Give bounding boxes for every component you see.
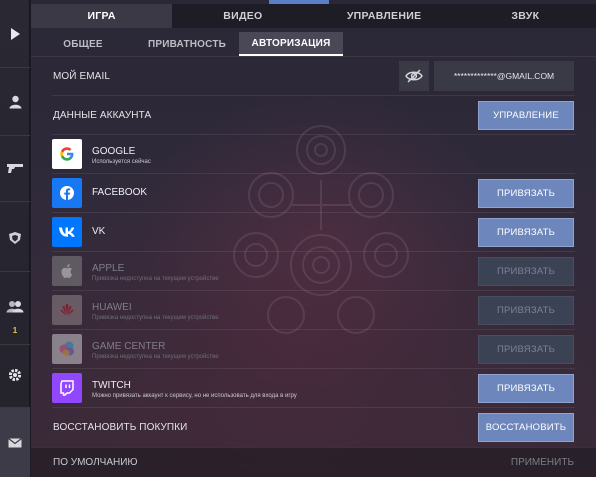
provider-name: HUAWEI — [92, 302, 132, 313]
provider-status: Можно привязать аккаунт к сервису, но не… — [92, 393, 297, 399]
provider-row-twitch: TWITCH Можно привязать аккаунт к сервису… — [52, 369, 575, 408]
email-row: МОЙ EMAIL *************@GMAIL.COM — [52, 57, 575, 96]
restore-label: ВОССТАНОВИТЬ ПОКУПКИ — [53, 422, 188, 433]
profile-icon[interactable] — [0, 82, 30, 122]
clan-icon[interactable] — [0, 218, 30, 258]
provider-status: Используется сейчас — [92, 159, 151, 165]
provider-name: FACEBOOK — [92, 187, 148, 198]
sidebar-divider — [0, 201, 30, 202]
provider-row-google: GOOGLE Используется сейчас — [52, 135, 575, 174]
sub-tabs: ОБЩЕЕ ПРИВАТНОСТЬ АВТОРИЗАЦИЯ — [31, 32, 343, 56]
vk-icon — [52, 217, 82, 247]
settings-panel: ИГРА ВИДЕО УПРАВЛЕНИЕ ЗВУК ОБЩЕЕ ПРИВАТН… — [31, 0, 596, 477]
link-twitch-button[interactable]: ПРИВЯЗАТЬ — [478, 374, 574, 403]
provider-name: APPLE — [92, 263, 125, 274]
subtab-privacy[interactable]: ПРИВАТНОСТЬ — [135, 32, 239, 56]
link-huawei-button: ПРИВЯЗАТЬ — [478, 296, 574, 325]
tab-controls[interactable]: УПРАВЛЕНИЕ — [314, 4, 455, 28]
friends-icon[interactable] — [0, 286, 30, 326]
sidebar-divider — [0, 344, 30, 345]
email-label: МОЙ EMAIL — [53, 71, 110, 82]
restore-row: ВОССТАНОВИТЬ ПОКУПКИ ВОССТАНОВИТЬ — [52, 408, 575, 447]
apply-button[interactable]: ПРИМЕНИТЬ — [511, 457, 574, 468]
reset-defaults-button[interactable]: ПО УМОЛЧАНИЮ — [53, 457, 138, 468]
provider-status: Привязка недоступна на текущем устройств… — [92, 315, 219, 321]
provider-row-vk: VK ПРИВЯЗАТЬ — [52, 213, 575, 252]
provider-status: Привязка недоступна на текущем устройств… — [92, 354, 219, 360]
hide-email-icon[interactable] — [399, 61, 429, 91]
restore-purchases-button[interactable]: ВОССТАНОВИТЬ — [478, 413, 574, 442]
account-row: ДАННЫЕ АККАУНТА УПРАВЛЕНИЕ — [52, 96, 575, 135]
facebook-icon — [52, 178, 82, 208]
sidebar: 1 — [0, 0, 30, 477]
subtab-authorization[interactable]: АВТОРИЗАЦИЯ — [239, 32, 343, 56]
top-tabs: ИГРА ВИДЕО УПРАВЛЕНИЕ ЗВУК — [31, 4, 596, 28]
link-vk-button[interactable]: ПРИВЯЗАТЬ — [478, 218, 574, 247]
footer-bar: ПО УМОЛЧАНИЮ ПРИМЕНИТЬ — [31, 447, 596, 477]
provider-name: TWITCH — [92, 380, 131, 391]
friends-count-badge: 1 — [12, 326, 18, 335]
tab-sound[interactable]: ЗВУК — [455, 4, 596, 28]
google-icon — [52, 139, 82, 169]
provider-row-facebook: FACEBOOK ПРИВЯЗАТЬ — [52, 174, 575, 213]
sidebar-divider — [0, 271, 30, 272]
link-apple-button: ПРИВЯЗАТЬ — [478, 257, 574, 286]
twitch-icon — [52, 373, 82, 403]
tab-video[interactable]: ВИДЕО — [172, 4, 313, 28]
apple-icon — [52, 256, 82, 286]
manage-account-button[interactable]: УПРАВЛЕНИЕ — [478, 101, 574, 130]
huawei-icon — [52, 295, 82, 325]
sidebar-divider — [0, 135, 30, 136]
provider-name: VK — [92, 226, 106, 237]
gear-icon[interactable] — [0, 355, 30, 395]
subtab-general[interactable]: ОБЩЕЕ — [31, 32, 135, 56]
provider-status: Привязка недоступна на текущем устройств… — [92, 276, 219, 282]
tab-game[interactable]: ИГРА — [31, 4, 173, 28]
weapon-icon[interactable] — [0, 148, 30, 188]
provider-row-game-center: GAME CENTER Привязка недоступна на текущ… — [52, 330, 575, 369]
email-value: *************@GMAIL.COM — [434, 61, 574, 91]
provider-row-apple: APPLE Привязка недоступна на текущем уст… — [52, 252, 575, 291]
link-facebook-button[interactable]: ПРИВЯЗАТЬ — [478, 179, 574, 208]
mail-icon[interactable] — [0, 408, 30, 477]
provider-row-huawei: HUAWEI Привязка недоступна на текущем ус… — [52, 291, 575, 330]
provider-name: GAME CENTER — [92, 341, 166, 352]
link-game-center-button: ПРИВЯЗАТЬ — [478, 335, 574, 364]
account-label: ДАННЫЕ АККАУНТА — [53, 110, 152, 121]
game-center-icon — [52, 334, 82, 364]
provider-name: GOOGLE — [92, 146, 136, 157]
play-icon[interactable] — [0, 14, 30, 54]
sidebar-divider — [0, 67, 30, 68]
